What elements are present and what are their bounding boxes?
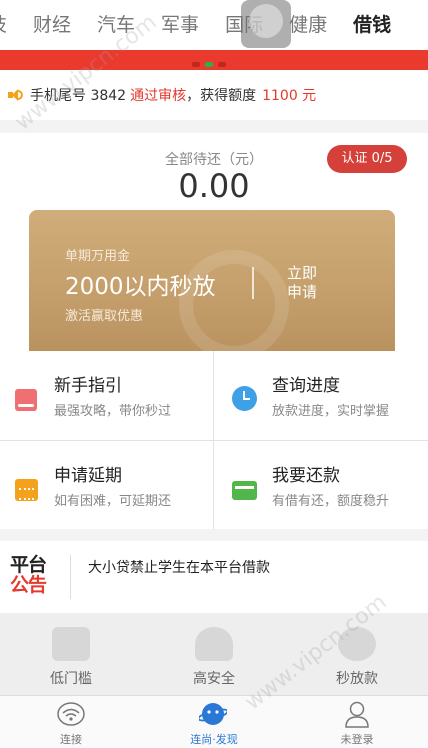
nav-label: 连接 [60, 733, 82, 746]
announcement-logo-line1: 平台 [10, 554, 47, 576]
guide-book-icon [15, 389, 37, 411]
card-divider [252, 267, 254, 299]
quick-actions: 新手指引 最强攻略，带你秒过 查询进度 放款进度，实时掌握 申请延期 如有困难，… [0, 351, 428, 529]
grid-divider-horizontal [0, 440, 428, 441]
loan-card-headline: 2000以内秒放 [65, 274, 216, 300]
nav-connect[interactable]: 连接 [0, 696, 142, 748]
apply-now-button[interactable]: 立即申请 [287, 264, 327, 302]
floating-home-button[interactable] [241, 0, 291, 48]
feature-label: 秒放款 [336, 671, 378, 687]
action-repay[interactable]: 我要还款 有借有还，额度稳升 [214, 441, 427, 529]
account-summary: 全部待还（元） 0.00 认证 0/5 单期万用金 2000以内秒放 激活赢取优… [0, 133, 428, 351]
approval-notice: 手机尾号 3842 通过审核 ，获得额度 1100 元 [0, 70, 428, 120]
promo-banner[interactable] [0, 50, 428, 70]
planet-icon [199, 703, 227, 725]
action-desc: 最强攻略，带你秒过 [54, 404, 172, 419]
notice-amount: 1100 元 [262, 88, 317, 104]
loan-card-hint: 激活赢取优惠 [65, 309, 144, 324]
category-tabs: 技 财经 汽车 军事 国际 健康 借钱 [0, 0, 428, 50]
feature-fast-payout: 秒放款 [286, 613, 428, 695]
wifi-icon [57, 702, 85, 726]
nav-profile[interactable]: 未登录 [286, 696, 428, 748]
tab-tech[interactable]: 技 [0, 0, 7, 50]
action-title: 申请延期 [54, 466, 122, 486]
action-title: 新手指引 [54, 376, 122, 396]
tab-auto[interactable]: 汽车 [97, 0, 135, 50]
loan-card-subtitle: 单期万用金 [65, 249, 131, 264]
action-newbie-guide[interactable]: 新手指引 最强攻略，带你秒过 [0, 351, 213, 439]
bottom-nav: 连接 连尚·发现 未登录 [0, 695, 428, 748]
feature-low-threshold: 低门槛 [0, 613, 142, 695]
feature-strip: 低门槛 高安全 秒放款 [0, 613, 428, 695]
app-screen: 技 财经 汽车 军事 国际 健康 借钱 手机尾号 3842 通过审核 ，获得额度… [0, 0, 428, 748]
feature-high-security: 高安全 [143, 613, 285, 695]
loan-card[interactable]: 单期万用金 2000以内秒放 激活赢取优惠 立即申请 [29, 210, 395, 351]
card-icon [232, 481, 257, 500]
notice-status: 通过审核 [130, 88, 187, 104]
piggy-bank-icon [338, 627, 376, 661]
notice-phone: 手机尾号 3842 [30, 88, 127, 104]
action-check-progress[interactable]: 查询进度 放款进度，实时掌握 [214, 351, 427, 439]
action-desc: 有借有还，额度稳升 [272, 494, 390, 509]
shield-user-icon [195, 627, 233, 661]
announcement-logo: 平台 公告 [10, 555, 60, 597]
tab-finance[interactable]: 财经 [33, 0, 71, 50]
tab-health[interactable]: 健康 [289, 0, 327, 50]
action-title: 我要还款 [272, 466, 340, 486]
tab-borrow[interactable]: 借钱 [353, 0, 391, 50]
nav-label: 连尚·发现 [190, 733, 238, 746]
alarm-clock-icon [232, 386, 257, 411]
nav-label: 未登录 [340, 733, 374, 746]
notice-middle: ，获得额度 [186, 88, 257, 104]
announcement-logo-line2: 公告 [10, 574, 47, 596]
person-icon [345, 701, 369, 728]
nav-discover[interactable]: 连尚·发现 [143, 696, 285, 748]
calendar-icon [15, 479, 38, 501]
verify-button[interactable]: 认证 0/5 [327, 145, 407, 173]
action-request-extension[interactable]: 申请延期 如有困难，可延期还 [0, 441, 213, 529]
action-desc: 放款进度，实时掌握 [272, 404, 390, 419]
announcement-divider [70, 555, 71, 599]
platform-announcement[interactable]: 平台 公告 大小贷禁止学生在本平台借款 [0, 541, 428, 613]
action-desc: 如有困难，可延期还 [54, 494, 172, 509]
sofa-icon [52, 627, 90, 661]
action-title: 查询进度 [272, 376, 340, 396]
speaker-icon [8, 88, 23, 102]
tab-military[interactable]: 军事 [161, 0, 199, 50]
announcement-text: 大小贷禁止学生在本平台借款 [88, 560, 270, 576]
feature-label: 低门槛 [50, 671, 92, 687]
feature-label: 高安全 [193, 671, 235, 687]
